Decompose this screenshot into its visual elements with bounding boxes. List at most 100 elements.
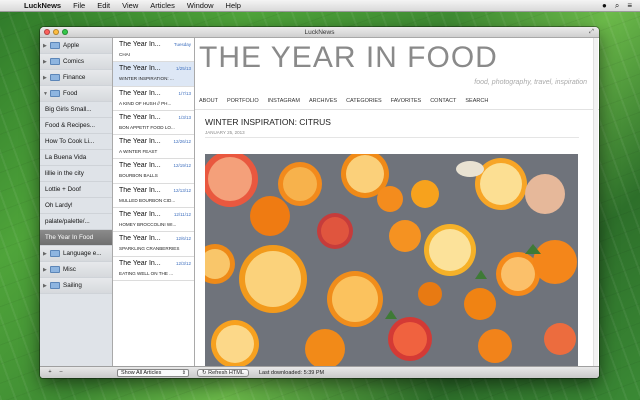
article-date: 1/25/13 xyxy=(175,66,191,72)
article-summary: A KIND OF HUSH // PH... xyxy=(119,100,172,106)
disclosure-closed-icon[interactable]: ▶ xyxy=(43,43,49,49)
article-item[interactable]: The Year In... 12/19/12 BOURBON BALLS xyxy=(113,159,194,184)
menu-file[interactable]: File xyxy=(73,1,85,10)
folder-icon xyxy=(50,74,60,81)
source-feed[interactable]: palate/palette/... xyxy=(40,214,112,230)
source-feed[interactable]: Big Girls Small... xyxy=(40,102,112,118)
source-group[interactable]: ▶ Apple xyxy=(40,38,112,54)
remove-feed-button[interactable]: – xyxy=(57,369,65,375)
source-feed[interactable]: Lottie + Doof xyxy=(40,182,112,198)
source-feed[interactable]: La Buena Vida xyxy=(40,150,112,166)
article-date: 12/6/12 xyxy=(175,236,191,242)
refresh-icon: ↻ xyxy=(202,370,207,376)
article-title: The Year In... xyxy=(119,186,161,194)
minimize-icon[interactable] xyxy=(53,29,59,35)
folder-icon xyxy=(50,266,60,273)
source-label: The Year In Food xyxy=(45,234,94,241)
article-item[interactable]: The Year In... 12/3/12 EATING WELL ON THE … xyxy=(113,257,194,281)
close-icon[interactable] xyxy=(44,29,50,35)
article-item[interactable]: The Year In... 1/7/13 A KIND OF HUSH // PH… xyxy=(113,87,194,111)
article-title: The Year In... xyxy=(119,65,161,73)
nav-archives[interactable]: ARCHIVES xyxy=(309,98,337,104)
source-group[interactable]: ▼ Food xyxy=(40,86,112,102)
menu-app[interactable]: LuckNews xyxy=(24,1,61,10)
article-title: The Year In... xyxy=(119,89,161,97)
nav-favorites[interactable]: FAVORITES xyxy=(391,98,421,104)
article-item[interactable]: The Year In... 12/26/12 A WINTER FEAST xyxy=(113,135,194,160)
menu-help[interactable]: Help xyxy=(226,1,241,10)
nav-instagram[interactable]: INSTAGRAM xyxy=(268,98,300,104)
article-item[interactable]: The Year In... 1/25/13 WINTER INSPIRATION:… xyxy=(113,62,194,87)
article-date: 1/7/13 xyxy=(178,90,191,96)
source-label: lillie in the city xyxy=(45,170,84,177)
article-item[interactable]: The Year In... 12/13/12 MULLED BOURBON CID… xyxy=(113,184,194,209)
source-feed[interactable]: How To Cook Li... xyxy=(40,134,112,150)
list-icon[interactable]: ≡ xyxy=(627,1,632,11)
menu-articles[interactable]: Articles xyxy=(150,1,175,10)
source-label: Misc xyxy=(63,266,76,273)
article-filter-select[interactable]: Show All Articles ⇕ xyxy=(117,369,189,377)
source-feed[interactable]: Food & Recipes... xyxy=(40,118,112,134)
article-title: The Year In... xyxy=(119,113,161,121)
nav-about[interactable]: ABOUT xyxy=(199,98,218,104)
source-group[interactable]: ▶ Finance xyxy=(40,70,112,86)
source-label: Apple xyxy=(63,42,80,49)
source-label: La Buena Vida xyxy=(45,154,87,161)
nav-categories[interactable]: CATEGORIES xyxy=(346,98,382,104)
article-summary: A WINTER FEAST xyxy=(119,149,158,155)
folder-icon xyxy=(50,282,60,289)
source-label: palate/palette/... xyxy=(45,218,90,225)
article-date: 1/3/13 xyxy=(178,114,191,120)
post-title[interactable]: WINTER INSPIRATION: CITRUS xyxy=(205,117,331,127)
article-summary: SPARKLING CRANBERRIES xyxy=(119,246,180,252)
menu-window[interactable]: Window xyxy=(187,1,214,10)
article-date: 12/19/12 xyxy=(173,163,191,169)
bottom-toolbar: + – Show All Articles ⇕ ↻ Refresh HTML L… xyxy=(40,366,599,378)
article-list: The Year In... Tuesday CHAI The Year In... 1… xyxy=(113,38,195,366)
source-label: Oh Lardy! xyxy=(45,202,73,209)
article-item[interactable]: The Year In... Tuesday CHAI xyxy=(113,38,194,63)
article-date: 12/11/12 xyxy=(173,212,191,218)
source-group[interactable]: ▶ Language e... xyxy=(40,246,112,262)
disclosure-closed-icon[interactable]: ▶ xyxy=(43,267,49,273)
disclosure-closed-icon[interactable]: ▶ xyxy=(43,251,49,257)
disclosure-closed-icon[interactable]: ▶ xyxy=(43,283,49,289)
source-group[interactable]: ▶ Misc xyxy=(40,262,112,278)
source-group[interactable]: ▶ Comics xyxy=(40,54,112,70)
nav-portfolio[interactable]: PORTFOLIO xyxy=(227,98,259,104)
menu-view[interactable]: View xyxy=(122,1,138,10)
fullscreen-icon[interactable]: ⤢ xyxy=(588,29,595,36)
search-icon[interactable]: ⌕ xyxy=(615,1,619,11)
source-group[interactable]: ▶ Sailing xyxy=(40,278,112,294)
source-label: Big Girls Small... xyxy=(45,106,92,113)
article-summary: HOMEY BROCCOLINI WI... xyxy=(119,222,177,228)
disclosure-open-icon[interactable]: ▼ xyxy=(43,91,49,97)
article-item[interactable]: The Year In... 12/11/12 HOMEY BROCCOLINI W… xyxy=(113,208,194,233)
add-feed-button[interactable]: + xyxy=(46,369,54,375)
nav-search[interactable]: SEARCH xyxy=(465,98,488,104)
zoom-icon[interactable] xyxy=(62,29,68,35)
citrus-photo-art xyxy=(205,154,578,366)
source-label: Food & Recipes... xyxy=(45,122,96,129)
refresh-html-button[interactable]: ↻ Refresh HTML xyxy=(197,369,249,377)
menubar: LuckNews File Edit View Articles Window … xyxy=(0,0,640,12)
content-scrollbar[interactable] xyxy=(593,38,598,366)
source-feed[interactable]: The Year In Food xyxy=(40,230,112,246)
divider xyxy=(205,137,579,138)
article-item[interactable]: The Year In... 12/6/12 SPARKLING CRANBERRI… xyxy=(113,232,194,257)
disclosure-closed-icon[interactable]: ▶ xyxy=(43,59,49,65)
source-feed[interactable]: Oh Lardy! xyxy=(40,198,112,214)
chevron-down-icon: ⇕ xyxy=(181,370,186,376)
user-icon[interactable]: ● xyxy=(602,1,607,11)
divider xyxy=(195,109,599,110)
article-item[interactable]: The Year In... 1/3/13 BON APPETIT FOOD LO.… xyxy=(113,111,194,136)
folder-icon xyxy=(50,42,60,49)
nav-contact[interactable]: CONTACT xyxy=(430,98,456,104)
source-label: Finance xyxy=(63,74,86,81)
folder-icon xyxy=(50,250,60,257)
source-label: Comics xyxy=(63,58,84,65)
menu-edit[interactable]: Edit xyxy=(97,1,110,10)
source-feed[interactable]: lillie in the city xyxy=(40,166,112,182)
folder-icon xyxy=(50,58,60,65)
disclosure-closed-icon[interactable]: ▶ xyxy=(43,75,49,81)
